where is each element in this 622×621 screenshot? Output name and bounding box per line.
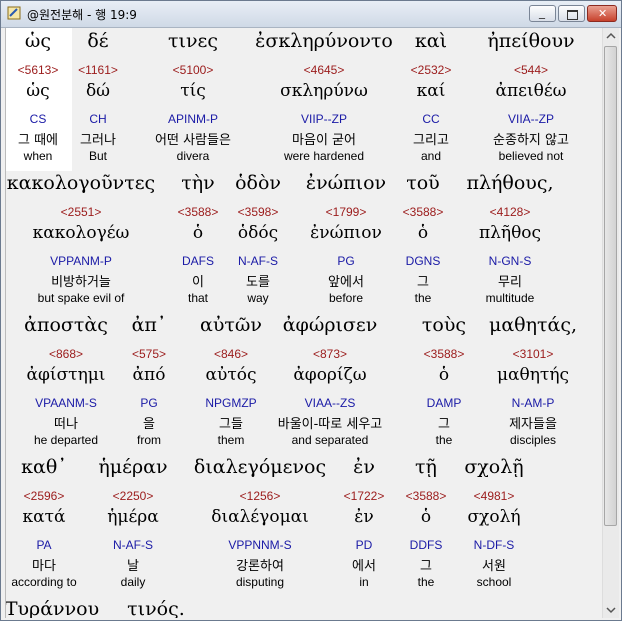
greek-word[interactable]: μαθητάς, (453, 314, 602, 336)
window-title: @원전분해 - 행 19:9 (27, 8, 137, 22)
parsing-code: VIIA--ZP (507, 112, 554, 126)
interlinear-view[interactable]: ὡς <5613> ὡς CS 그 때에 when δέ <1161> δώ CH 그러나 But τι… (5, 28, 602, 618)
greek-word[interactable]: τινός. (76, 598, 236, 618)
close-icon: ✕ (598, 7, 608, 20)
close-button[interactable]: ✕ (587, 5, 617, 22)
scroll-up-button[interactable] (603, 28, 619, 44)
parsing-code: N-GN-S (488, 254, 532, 268)
strong-number: <544> (513, 63, 549, 77)
strong-number: <4128> (489, 205, 531, 219)
minimize-icon: _ (539, 5, 545, 19)
maximize-button[interactable] (558, 5, 585, 22)
english-gloss: multitude (485, 291, 535, 305)
app-icon (7, 6, 21, 20)
arrow-up-icon (606, 32, 616, 39)
app-window: @원전분해 - 행 19:9 _ ✕ ὡς <5613> ὡς CS 그 때에 when δ… (0, 0, 622, 621)
minimize-button[interactable]: _ (529, 5, 556, 22)
korean-gloss: 제자들을 (509, 417, 557, 432)
english-gloss: believed not (498, 149, 564, 163)
maximize-icon (567, 10, 578, 20)
strong-number: <4981> (473, 489, 515, 503)
arrow-down-icon (606, 607, 616, 614)
title-bar[interactable]: @원전분해 - 행 19:9 _ ✕ (1, 1, 621, 28)
lemma: ἀπειθέω (495, 81, 567, 101)
strong-number: <3101> (512, 347, 554, 361)
english-gloss: disciples (509, 433, 557, 447)
lemma: πλῆθος (478, 223, 542, 243)
greek-word[interactable]: ἠπείθουν (451, 30, 602, 52)
greek-word[interactable]: πλήθους, (430, 172, 590, 194)
greek-word[interactable]: σχολῇ (414, 456, 574, 478)
scroll-down-button[interactable] (603, 602, 619, 618)
parsing-code: N-DF-S (473, 538, 515, 552)
korean-gloss: 무리 (498, 275, 522, 290)
parsing-code: N-AM-P (511, 396, 555, 410)
korean-gloss: 순종하지 않고 (493, 133, 569, 148)
lemma: μαθητής (496, 365, 570, 385)
lemma: σχολή (467, 507, 521, 527)
english-gloss: school (476, 575, 512, 589)
scroll-thumb[interactable] (604, 46, 617, 526)
korean-gloss: 서원 (482, 559, 506, 574)
vertical-scrollbar[interactable] (602, 28, 619, 618)
